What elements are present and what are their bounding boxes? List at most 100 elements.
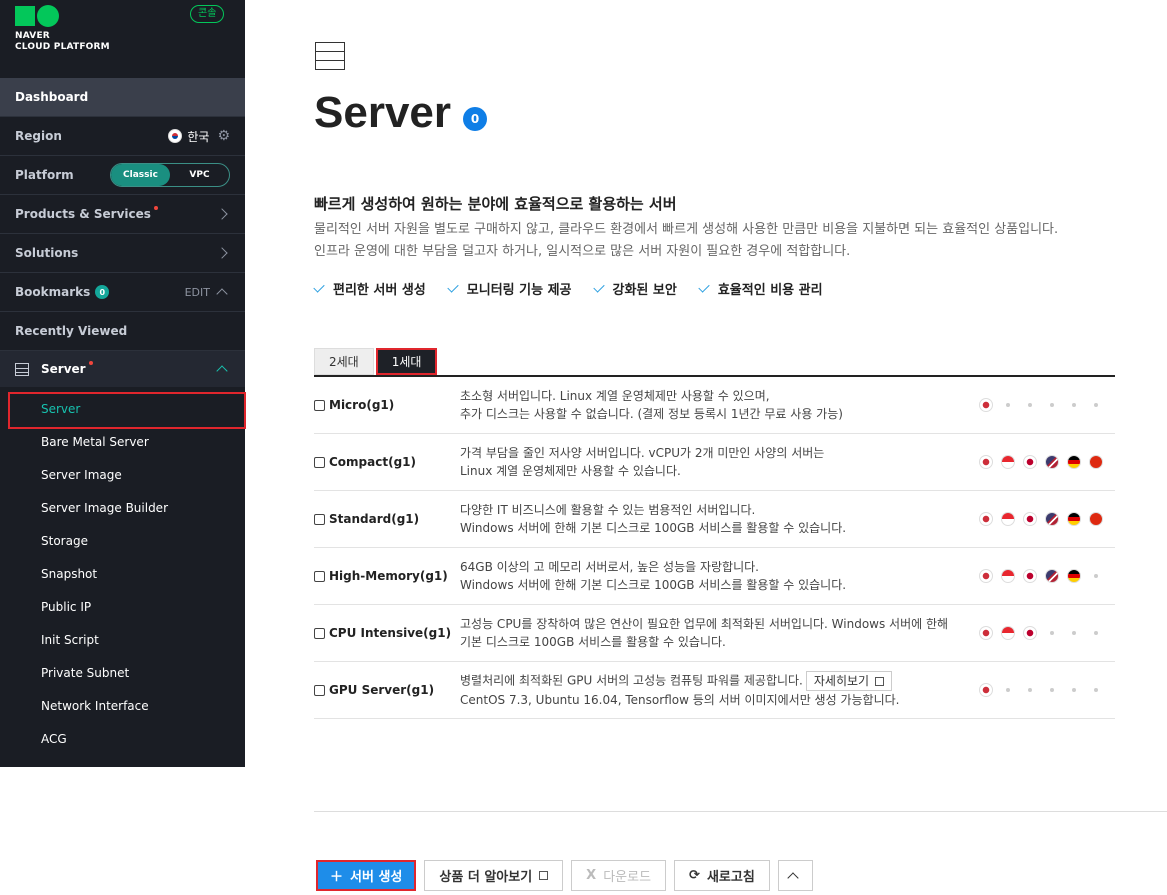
nav-server-group[interactable]: Server <box>0 351 245 387</box>
solutions-label: Solutions <box>15 246 79 260</box>
scroll-top-button[interactable] <box>777 860 813 891</box>
sidebar-item-server-image-builder[interactable]: Server Image Builder <box>0 491 245 524</box>
gear-icon[interactable]: ⚙ <box>217 128 230 144</box>
region-unavailable-dot <box>1067 626 1081 640</box>
excel-icon: X <box>586 868 597 883</box>
server-type-description: 64GB 이상의 고 메모리 서버로서, 높은 성능을 자랑합니다. Window… <box>460 558 970 594</box>
learn-more-label: 상품 더 알아보기 <box>439 870 533 885</box>
nav-recently-viewed[interactable]: Recently Viewed <box>0 312 245 351</box>
brand-line1: NAVER <box>15 31 50 41</box>
server-type-description: 가격 부담을 줄인 저사양 서버입니다. vCPU가 2개 미만인 사양의 서버… <box>460 444 970 480</box>
desc-line: 고성능 CPU를 장착하여 많은 연산이 필요한 업무에 최적화된 서버입니다.… <box>460 617 949 631</box>
refresh-icon: ⟳ <box>689 868 700 883</box>
feature-label: 효율적인 비용 관리 <box>717 283 823 298</box>
sidebar-footer-area <box>0 767 245 895</box>
flag-us-icon <box>1045 569 1059 583</box>
products-label: Products & Services <box>15 207 151 221</box>
nav-bookmarks[interactable]: Bookmarks 0 EDIT <box>0 273 245 312</box>
bookmarks-label: Bookmarks <box>15 285 91 299</box>
sidebar-item-storage[interactable]: Storage <box>0 524 245 557</box>
main-content: Server 0 빠르게 생성하여 원하는 분야에 효율적으로 활용하는 서버 … <box>245 0 1167 895</box>
micro-server-icon <box>314 399 325 411</box>
region-selector[interactable]: 한국 <box>168 128 209 145</box>
detail-link-button[interactable]: 자세히보기 <box>805 671 893 691</box>
desc-line: 기본 디스크로 100GB 서비스를 활용할 수 있습니다. <box>460 635 726 649</box>
region-flags <box>979 626 1103 640</box>
naver-cloud-logo[interactable] <box>15 5 59 27</box>
create-server-button[interactable]: ＋ 서버 생성 <box>316 860 417 891</box>
nav-dashboard[interactable]: Dashboard <box>0 78 245 117</box>
desc-line: 가격 부담을 줄인 저사양 서버입니다. vCPU가 2개 미만인 사양의 서버… <box>460 446 825 460</box>
nav-solutions[interactable]: Solutions <box>0 234 245 273</box>
region-unavailable-dot <box>1089 398 1103 412</box>
flag-sg-icon <box>1001 512 1015 526</box>
brand-line2: CLOUD PLATFORM <box>15 42 110 52</box>
chevron-up-icon[interactable] <box>216 365 228 377</box>
desc-text: 병렬처리에 최적화된 GPU 서버의 고성능 컴퓨팅 파워를 제공합니다. <box>460 673 803 688</box>
platform-classic[interactable]: Classic <box>111 164 170 186</box>
table-row: GPU Server(g1) 병렬처리에 최적화된 GPU 서버의 고성능 컴퓨… <box>314 662 1115 719</box>
learn-more-button[interactable]: 상품 더 알아보기 <box>424 860 564 891</box>
tab-gen2[interactable]: 2세대 <box>314 348 374 375</box>
region-unavailable-dot <box>1045 626 1059 640</box>
refresh-button[interactable]: ⟳ 새로고침 <box>674 860 770 891</box>
download-button[interactable]: X 다운로드 <box>571 860 667 891</box>
bookmarks-edit-button[interactable]: EDIT <box>185 286 210 299</box>
sidebar-item-snapshot[interactable]: Snapshot <box>0 557 245 590</box>
sidebar-item-init-script[interactable]: Init Script <box>0 623 245 656</box>
sidebar-item-network-interface[interactable]: Network Interface <box>0 689 245 722</box>
feature-label: 강화된 보안 <box>612 283 677 298</box>
region-flags <box>979 569 1103 583</box>
nav-region: Region 한국 ⚙ <box>0 117 245 156</box>
desc-line: 64GB 이상의 고 메모리 서버로서, 높은 성능을 자랑합니다. <box>460 560 759 574</box>
detail-label: 자세히보기 <box>813 674 870 688</box>
platform-label: Platform <box>15 168 74 182</box>
table-row: CPU Intensive(g1) 고성능 CPU를 장착하여 많은 연산이 필… <box>314 605 1115 662</box>
flag-kr-icon <box>979 569 993 583</box>
external-link-icon <box>539 871 549 880</box>
flag-jp-icon <box>1023 512 1037 526</box>
refresh-label: 새로고침 <box>706 870 755 885</box>
flag-us-icon <box>1045 455 1059 469</box>
platform-vpc[interactable]: VPC <box>170 164 229 186</box>
flag-sg-icon <box>1001 455 1015 469</box>
bookmarks-count-badge: 0 <box>95 285 110 299</box>
check-icon <box>592 281 605 293</box>
check-icon <box>698 281 710 293</box>
region-unavailable-dot <box>1089 626 1103 640</box>
sidebar-item-public-ip[interactable]: Public IP <box>0 590 245 623</box>
table-row: High-Memory(g1) 64GB 이상의 고 메모리 서버로서, 높은 … <box>314 548 1115 605</box>
platform-toggle[interactable]: Classic VPC <box>110 163 230 187</box>
server-type-name: High-Memory(g1) <box>314 569 460 583</box>
new-dot-icon <box>153 206 158 210</box>
desc-line: 초소형 서버입니다. Linux 계열 운영체제만 사용할 수 있으며, <box>460 389 770 403</box>
flag-sg-icon <box>1001 569 1015 583</box>
nav-products-services[interactable]: Products & Services <box>0 195 245 234</box>
server-icon <box>15 362 29 376</box>
sidebar-item-acg[interactable]: ACG <box>0 722 245 755</box>
table-row: Standard(g1) 다양한 IT 비즈니스에 활용할 수 있는 범용적인 … <box>314 491 1115 548</box>
divider <box>314 811 1167 812</box>
flag-kr-icon <box>979 626 993 640</box>
tab-gen1[interactable]: 1세대 <box>375 348 438 375</box>
region-unavailable-dot <box>1089 569 1103 583</box>
flag-de-icon <box>1067 455 1081 469</box>
chevron-up-icon[interactable] <box>216 288 228 300</box>
nav-dashboard-label: Dashboard <box>15 90 89 104</box>
console-badge[interactable]: 콘솔 <box>190 5 225 23</box>
feature-item: 강화된 보안 <box>592 279 677 298</box>
region-label: Region <box>15 129 62 143</box>
sidebar-item-bare-metal-server[interactable]: Bare Metal Server <box>0 425 245 458</box>
region-unavailable-dot <box>1001 398 1015 412</box>
check-icon <box>313 281 325 293</box>
server-type-name: Compact(g1) <box>314 455 460 469</box>
desc-line: 다양한 IT 비즈니스에 활용할 수 있는 범용적인 서버입니다. <box>460 503 756 517</box>
flag-jp-icon <box>1023 569 1037 583</box>
sidebar-item-private-subnet[interactable]: Private Subnet <box>0 656 245 689</box>
desc-line: Linux 계열 운영체제만 사용할 수 있습니다. <box>460 464 681 478</box>
sidebar-item-server-image[interactable]: Server Image <box>0 458 245 491</box>
region-unavailable-dot <box>1067 398 1081 412</box>
flag-de-icon <box>1067 512 1081 526</box>
table-row: Micro(g1) 초소형 서버입니다. Linux 계열 운영체제만 사용할 … <box>314 377 1115 434</box>
sidebar-item-server[interactable]: Server <box>0 392 246 429</box>
